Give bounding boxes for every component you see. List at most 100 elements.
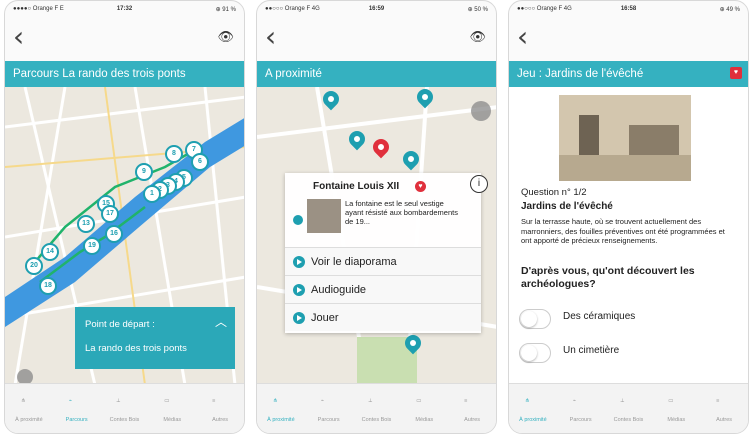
nav-bar: ‹ 👁 [5,17,244,59]
tab-other[interactable]: ≡ Autres [454,398,490,423]
compass-icon[interactable] [17,369,33,383]
tab-other[interactable]: ≡ Autres [706,398,742,423]
route-marker[interactable]: 14 [41,243,59,261]
tab-label: Parcours [65,417,88,423]
answer-option[interactable]: Des céramiques [519,307,739,335]
route-marker[interactable]: 20 [25,257,43,275]
tab-label: Autres [212,417,229,423]
question-title: Jardins de l'évêché [521,201,613,212]
route-icon: ⌁ [572,398,576,404]
tales-icon: ⟂ [116,398,121,404]
info-icon[interactable]: i [470,175,488,193]
eye-icon[interactable]: 👁 [469,29,486,45]
back-chevron-icon[interactable]: ‹ [13,23,24,51]
carrier-text: ●●●●○ Orange F E [13,6,64,12]
route-marker[interactable]: 18 [39,277,57,295]
eye-icon[interactable]: 👁 [217,29,234,45]
phone-screen-game: ●●○○○ Orange F 4G 16:58 ⊕ 49 % ‹ Jeu : J… [508,0,749,434]
tab-label: À proximité [519,417,547,423]
media-icon: ▭ [164,398,170,404]
time-text: 17:32 [116,6,133,12]
page-title: Parcours La rando des trois ponts [5,61,244,87]
tab-tales[interactable]: ⟂ Contes Bois [610,398,646,423]
tab-bar: ⋔ À proximité ⌁ Parcours ⟂ Contes Bois ▭ Méd… [5,383,244,433]
carrier-text: ●●○○○ Orange F 4G [265,6,320,12]
route-marker[interactable]: 19 [83,237,101,255]
route-marker[interactable]: 13 [77,215,95,233]
tab-route[interactable]: ⌁ Parcours [59,398,95,423]
play-icon [293,256,305,268]
tab-label: Parcours [569,417,592,423]
audioguide-button[interactable]: Audioguide [285,275,481,303]
battery-text: ⊕ 91 % [215,6,236,13]
tab-bar: ⋔ À proximité ⌁ Parcours ⟂ Contes Bois ▭ Méd… [257,383,496,433]
action-label: Audioguide [311,284,367,296]
start-point-card[interactable]: Point de départ : ︿ La rando des trois p… [75,307,235,369]
question-number: Question n° 1/2 [521,187,587,198]
poi-popup[interactable]: Fontaine Louis XII ♥ La fontaine est le … [285,173,481,333]
compass-icon[interactable] [471,101,491,121]
slideshow-button[interactable]: Voir le diaporama [285,247,481,275]
media-icon: ▭ [668,398,674,404]
media-icon: ▭ [416,398,422,404]
tab-label: Parcours [317,417,340,423]
nav-bar: ‹ 👁 [257,17,496,59]
route-icon: ⌁ [320,398,324,404]
route-marker[interactable]: 17 [101,205,119,223]
tales-icon: ⟂ [620,398,625,404]
tab-media[interactable]: ▭ Médias [658,398,694,423]
nav-bar: ‹ [509,17,748,59]
tab-nearby[interactable]: ⋔ À proximité [515,398,551,423]
tab-label: Autres [464,417,481,423]
tab-label: Contes Bois [109,417,140,423]
route-marker[interactable]: 16 [105,225,123,243]
route-marker[interactable]: 1 [143,185,161,203]
play-button[interactable]: Jouer [285,303,481,331]
start-point-label: Point de départ : [85,319,155,330]
historic-photo [559,95,691,181]
battery-text: ⊕ 49 % [719,6,740,13]
tab-label: Médias [415,417,434,423]
carrier-text: ●●○○○ Orange F 4G [517,6,572,12]
route-marker[interactable]: 9 [135,163,153,181]
tab-nearby[interactable]: ⋔ À proximité [11,398,47,423]
poi-description: La fontaine est le seul vestige ayant ré… [345,199,458,226]
tab-label: Médias [163,417,182,423]
tab-tales[interactable]: ⟂ Contes Bois [106,398,142,423]
page-title: Jeu : Jardins de l'évêché [509,61,748,87]
question-text: D'après vous, qu'ont découvert les arché… [521,265,695,290]
favorite-heart-icon[interactable]: ♥ [730,67,742,79]
answer-option[interactable]: Un cimetière [519,341,739,369]
chevron-up-icon[interactable]: ︿ [215,313,227,330]
answer-label: Un cimetière [563,345,620,356]
route-marker[interactable]: 6 [191,153,209,171]
answer-toggle[interactable] [519,309,551,329]
action-label: Jouer [311,312,339,324]
tab-media[interactable]: ▭ Médias [406,398,442,423]
favorite-heart-icon[interactable]: ♥ [415,181,426,192]
answer-toggle[interactable] [519,343,551,363]
menu-icon: ≡ [716,398,720,404]
tab-bar: ⋔ À proximité ⌁ Parcours ⟂ Contes Bois ▭ Méd… [509,383,748,433]
start-point-name: La rando des trois ponts [85,343,187,354]
route-marker[interactable]: 8 [165,145,183,163]
tab-route[interactable]: ⌁ Parcours [563,398,599,423]
time-text: 16:59 [368,6,385,12]
play-icon [293,312,305,324]
tab-label: À proximité [267,417,295,423]
tab-route[interactable]: ⌁ Parcours [311,398,347,423]
poi-thumbnail [307,199,341,233]
status-bar: ●●●●○ Orange F E 17:32 ⊕ 91 % [5,1,244,17]
poi-dot-icon [293,215,303,225]
back-chevron-icon[interactable]: ‹ [265,23,276,51]
tab-label: Médias [667,417,686,423]
phone-screen-route: ●●●●○ Orange F E 17:32 ⊕ 91 % ‹ 👁 Parcou… [4,0,245,434]
back-chevron-icon[interactable]: ‹ [517,23,528,51]
tab-tales[interactable]: ⟂ Contes Bois [358,398,394,423]
tab-nearby[interactable]: ⋔ À proximité [263,398,299,423]
quiz-content: Question n° 1/2 Jardins de l'évêché Sur … [509,87,748,383]
tab-other[interactable]: ≡ Autres [202,398,238,423]
tab-media[interactable]: ▭ Médias [154,398,190,423]
tab-label: Autres [716,417,733,423]
tab-label: Contes Bois [613,417,644,423]
